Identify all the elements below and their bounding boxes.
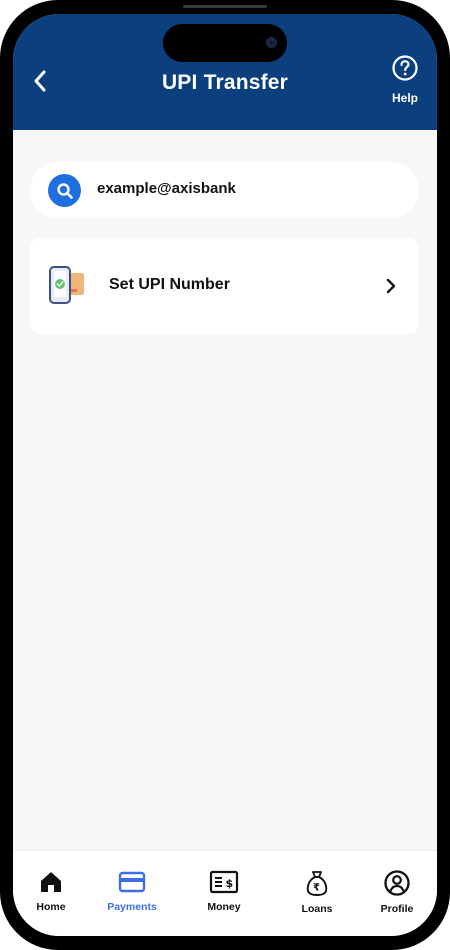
set-upi-number-item[interactable]: Set UPI Number [30, 238, 419, 334]
money-bag-icon: ₹ [306, 871, 328, 896]
cheque-icon: $ [209, 870, 239, 894]
phone-frame: UPI Transfer Help example@axisbank Set U… [0, 0, 450, 950]
profile-icon [384, 870, 410, 896]
dynamic-island [163, 24, 287, 62]
header-bar: UPI Transfer Help [13, 14, 437, 130]
svg-text:₹: ₹ [313, 883, 320, 894]
help-icon [392, 55, 418, 81]
card-icon [118, 871, 146, 893]
help-label: Help [391, 91, 418, 105]
nav-money[interactable]: $ Money [184, 869, 264, 913]
nav-money-label: Money [207, 901, 241, 913]
nav-profile[interactable]: Profile [357, 869, 437, 915]
nav-home-label: Home [36, 901, 66, 913]
bottom-navigation: Home Payments $ Money ₹ Loans Profile [13, 850, 437, 936]
nav-profile-label: Profile [380, 903, 414, 915]
camera-icon [266, 37, 277, 48]
nav-loans-label: Loans [301, 903, 333, 915]
help-button[interactable]: Help [385, 54, 425, 105]
search-field[interactable]: example@axisbank [30, 162, 419, 218]
set-upi-number-label: Set UPI Number [109, 276, 230, 293]
svg-text:$: $ [226, 877, 234, 890]
page-title: UPI Transfer [161, 71, 289, 94]
nav-loans[interactable]: ₹ Loans [277, 869, 357, 915]
home-icon [41, 872, 61, 892]
nav-home[interactable]: Home [13, 869, 91, 913]
phone-check-icon [49, 266, 84, 304]
screen: UPI Transfer Help example@axisbank Set U… [13, 14, 437, 936]
chevron-right-icon [386, 278, 396, 294]
search-icon [48, 174, 81, 207]
search-value: example@axisbank [97, 180, 236, 197]
nav-payments[interactable]: Payments [92, 869, 172, 913]
nav-payments-label: Payments [107, 901, 157, 913]
top-speaker-line [183, 5, 267, 8]
